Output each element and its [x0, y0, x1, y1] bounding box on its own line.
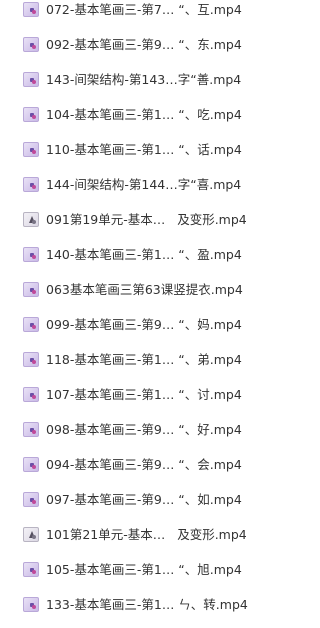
video-thumbnail-icon: [23, 107, 39, 122]
file-name: 140-基本笔画三-第1… “、盈.mp4: [46, 247, 242, 262]
file-name: 110-基本笔画三-第1… “、话.mp4: [46, 142, 242, 157]
video-thumbnail-icon: [23, 457, 39, 472]
file-name: 144-间架结构-第144…字“喜.mp4: [46, 177, 242, 192]
file-row[interactable]: 110-基本笔画三-第1… “、话.mp4: [0, 132, 284, 167]
file-list: 072-基本笔画三-第7… “、互.mp4 092-基本笔画三-第9… “、东.…: [0, 0, 284, 628]
file-row[interactable]: 097-基本笔画三-第9… “、如.mp4: [0, 482, 284, 517]
file-name: 104-基本笔画三-第1… “、吃.mp4: [46, 107, 242, 122]
file-name: 105-基本笔画三-第1… “、旭.mp4: [46, 562, 242, 577]
file-name: 107-基本笔画三-第1… “、讨.mp4: [46, 387, 242, 402]
video-thumbnail-icon: [23, 562, 39, 577]
file-name: 092-基本笔画三-第9… “、东.mp4: [46, 37, 242, 52]
video-thumbnail-icon: [23, 37, 39, 52]
file-name: 118-基本笔画三-第1… “、弟.mp4: [46, 352, 242, 367]
file-row[interactable]: 144-间架结构-第144…字“喜.mp4: [0, 167, 284, 202]
file-name: 091第19单元-基本… 及变形.mp4: [46, 212, 247, 227]
video-thumbnail-icon: [23, 422, 39, 437]
file-name: 097-基本笔画三-第9… “、如.mp4: [46, 492, 242, 507]
video-thumbnail-icon: [23, 597, 39, 612]
file-name: 133-基本笔画三-第1… ㄣ、转.mp4: [46, 597, 248, 612]
file-row[interactable]: 063基本笔画三第63课竖提衣.mp4: [0, 272, 284, 307]
file-row[interactable]: 140-基本笔画三-第1… “、盈.mp4: [0, 237, 284, 272]
video-thumbnail-icon: [23, 142, 39, 157]
video-thumbnail-icon: [23, 2, 39, 17]
file-row[interactable]: 072-基本笔画三-第7… “、互.mp4: [0, 0, 284, 27]
file-name: 063基本笔画三第63课竖提衣.mp4: [46, 282, 243, 297]
file-name: 099-基本笔画三-第9… “、妈.mp4: [46, 317, 242, 332]
video-thumbnail-light-icon: [23, 212, 39, 227]
file-name: 143-间架结构-第143…字“善.mp4: [46, 72, 242, 87]
video-thumbnail-icon: [23, 317, 39, 332]
video-thumbnail-icon: [23, 72, 39, 87]
file-row[interactable]: 094-基本笔画三-第9… “、会.mp4: [0, 447, 284, 482]
file-row[interactable]: 118-基本笔画三-第1… “、弟.mp4: [0, 342, 284, 377]
file-row[interactable]: 099-基本笔画三-第9… “、妈.mp4: [0, 307, 284, 342]
file-name: 094-基本笔画三-第9… “、会.mp4: [46, 457, 242, 472]
file-name: 101第21单元-基本… 及变形.mp4: [46, 527, 247, 542]
video-thumbnail-icon: [23, 352, 39, 367]
file-row[interactable]: 098-基本笔画三-第9… “、好.mp4: [0, 412, 284, 447]
file-row[interactable]: 107-基本笔画三-第1… “、讨.mp4: [0, 377, 284, 412]
video-thumbnail-icon: [23, 177, 39, 192]
file-row[interactable]: 133-基本笔画三-第1… ㄣ、转.mp4: [0, 587, 284, 622]
file-name: 072-基本笔画三-第7… “、互.mp4: [46, 2, 242, 17]
file-row[interactable]: 104-基本笔画三-第1… “、吃.mp4: [0, 97, 284, 132]
file-row[interactable]: 105-基本笔画三-第1… “、旭.mp4: [0, 552, 284, 587]
file-row[interactable]: 091第19单元-基本… 及变形.mp4: [0, 202, 284, 237]
video-thumbnail-icon: [23, 282, 39, 297]
video-thumbnail-icon: [23, 247, 39, 262]
video-thumbnail-icon: [23, 387, 39, 402]
file-row[interactable]: 092-基本笔画三-第9… “、东.mp4: [0, 27, 284, 62]
video-thumbnail-light-icon: [23, 527, 39, 542]
file-name: 098-基本笔画三-第9… “、好.mp4: [46, 422, 242, 437]
file-row[interactable]: 143-间架结构-第143…字“善.mp4: [0, 62, 284, 97]
video-thumbnail-icon: [23, 492, 39, 507]
file-row[interactable]: 101第21单元-基本… 及变形.mp4: [0, 517, 284, 552]
